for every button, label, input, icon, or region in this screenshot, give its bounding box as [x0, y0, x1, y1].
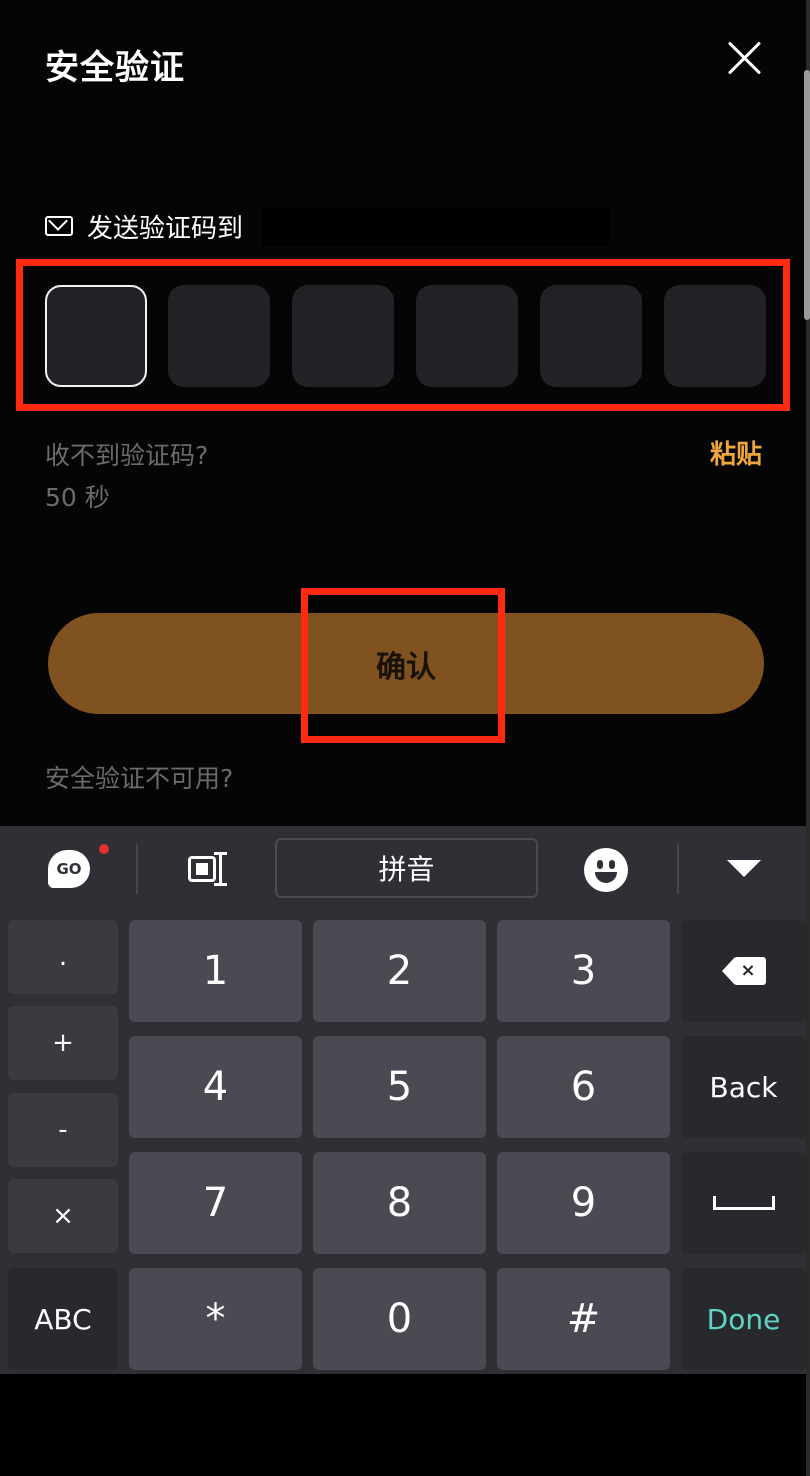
- backspace-key[interactable]: ×: [681, 920, 806, 1022]
- emoji-icon[interactable]: [584, 848, 628, 892]
- page-title: 安全验证: [45, 48, 185, 88]
- key-0[interactable]: 0: [313, 1268, 486, 1370]
- key-5[interactable]: 5: [313, 1036, 486, 1138]
- space-icon: [712, 1196, 775, 1210]
- no-code-link[interactable]: 收不到验证码?: [45, 436, 208, 472]
- key-abc[interactable]: ABC: [8, 1268, 118, 1370]
- notification-dot: [99, 844, 109, 854]
- paste-button[interactable]: 粘贴: [710, 434, 762, 471]
- key-2[interactable]: 2: [313, 920, 486, 1022]
- key-back[interactable]: Back: [681, 1036, 806, 1138]
- key-1[interactable]: 1: [129, 920, 302, 1022]
- pinyin-button[interactable]: 拼音: [275, 838, 538, 898]
- key-minus[interactable]: -: [8, 1093, 118, 1167]
- screen: 安全验证 发送验证码到 收不到验证码? 50 秒 粘贴 确认 安全验证不可用? …: [0, 0, 810, 1476]
- keyboard-layout-icon[interactable]: [188, 852, 230, 886]
- redacted-recipient: [262, 208, 609, 246]
- key-done[interactable]: Done: [681, 1268, 806, 1370]
- annotation-otp-highlight: [16, 259, 790, 411]
- numeric-keyboard: GO 拼音 . + - × ABC 1 2 3 4 5 6 7 8 9 * 0 …: [0, 826, 806, 1374]
- toolbar-divider: [136, 844, 138, 894]
- go-keyboard-icon[interactable]: GO: [48, 850, 90, 888]
- backspace-icon: ×: [721, 957, 766, 985]
- annotation-confirm-highlight: [301, 588, 505, 743]
- key-multiply[interactable]: ×: [8, 1179, 118, 1253]
- key-dot[interactable]: .: [8, 920, 118, 994]
- send-code-line: 发送验证码到: [45, 206, 243, 246]
- key-asterisk[interactable]: *: [129, 1268, 302, 1370]
- key-8[interactable]: 8: [313, 1152, 486, 1254]
- countdown-timer: 50 秒: [45, 483, 110, 512]
- close-icon[interactable]: [722, 36, 766, 80]
- chevron-down-icon[interactable]: [727, 860, 761, 877]
- key-4[interactable]: 4: [129, 1036, 302, 1138]
- key-hash[interactable]: #: [497, 1268, 670, 1370]
- toolbar-divider: [677, 844, 679, 894]
- mail-icon: [45, 216, 73, 236]
- key-6[interactable]: 6: [497, 1036, 670, 1138]
- keyboard-toolbar: GO 拼音: [0, 826, 806, 912]
- key-7[interactable]: 7: [129, 1152, 302, 1254]
- key-plus[interactable]: +: [8, 1006, 118, 1080]
- key-9[interactable]: 9: [497, 1152, 670, 1254]
- send-code-label: 发送验证码到: [87, 213, 244, 244]
- bottom-area: [0, 1374, 810, 1476]
- scrollbar[interactable]: [804, 70, 810, 320]
- space-key[interactable]: [681, 1152, 806, 1254]
- key-3[interactable]: 3: [497, 920, 670, 1022]
- verification-unavailable-link[interactable]: 安全验证不可用?: [45, 759, 233, 795]
